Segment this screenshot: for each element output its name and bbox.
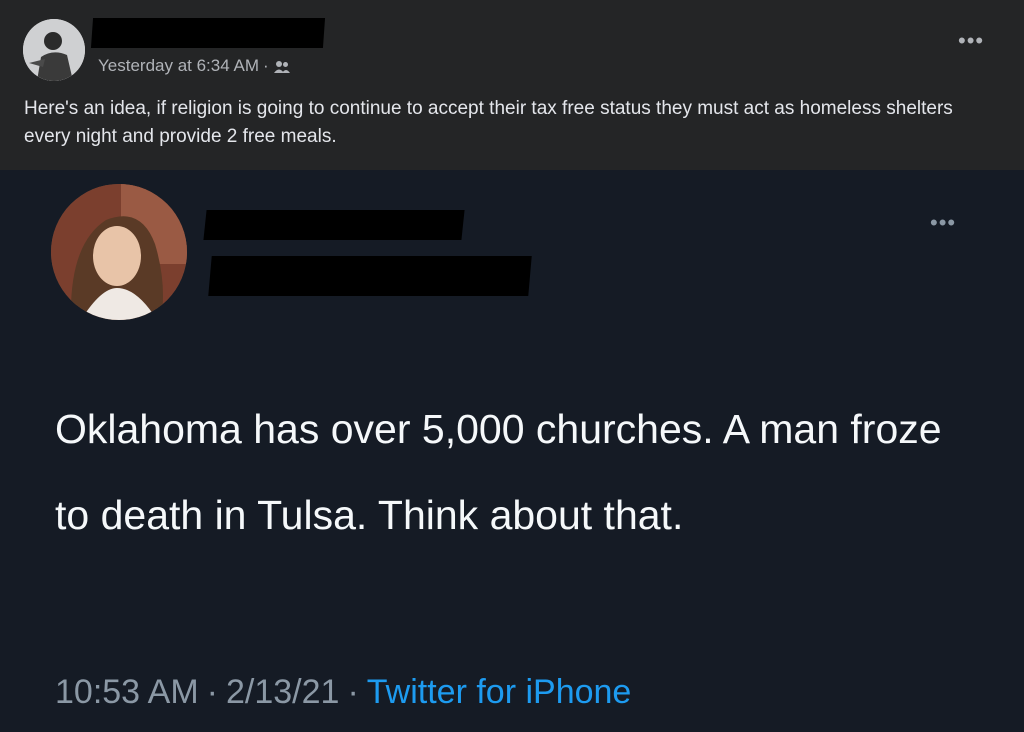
post-timestamp[interactable]: Yesterday at 6:34 AM xyxy=(98,56,259,76)
tweet-text: Oklahoma has over 5,000 churches. A man … xyxy=(55,406,942,538)
tweet-meta-separator: · xyxy=(206,673,218,711)
post-more-options-icon[interactable]: ••• xyxy=(958,30,992,54)
tweet-date: 2/13/21 xyxy=(225,673,340,711)
facebook-post-header: Yesterday at 6:34 AM · ••• Here's an ide… xyxy=(0,0,1024,170)
friends-icon[interactable] xyxy=(273,59,291,73)
post-meta: Yesterday at 6:34 AM · xyxy=(98,56,291,76)
tweet-meta: 10:53 AM · 2/13/21 · Twitter for iPhone xyxy=(55,673,631,712)
redacted-display-name xyxy=(203,210,465,240)
tweet-more-options-icon[interactable]: ••• xyxy=(930,212,970,236)
redacted-poster-name xyxy=(90,18,326,48)
tweet-time: 10:53 AM xyxy=(55,673,199,711)
tweet-meta-separator: · xyxy=(347,673,359,711)
tweet-source-link[interactable]: Twitter for iPhone xyxy=(367,673,632,712)
poster-avatar[interactable] xyxy=(23,19,85,81)
tweet-screenshot: ••• Oklahoma has over 5,000 churches. A … xyxy=(0,170,1024,732)
post-caption: Here's an idea, if religion is going to … xyxy=(24,98,953,147)
redacted-handle xyxy=(208,256,532,296)
tweet-author-avatar[interactable] xyxy=(51,184,187,320)
meta-separator: · xyxy=(262,56,269,75)
